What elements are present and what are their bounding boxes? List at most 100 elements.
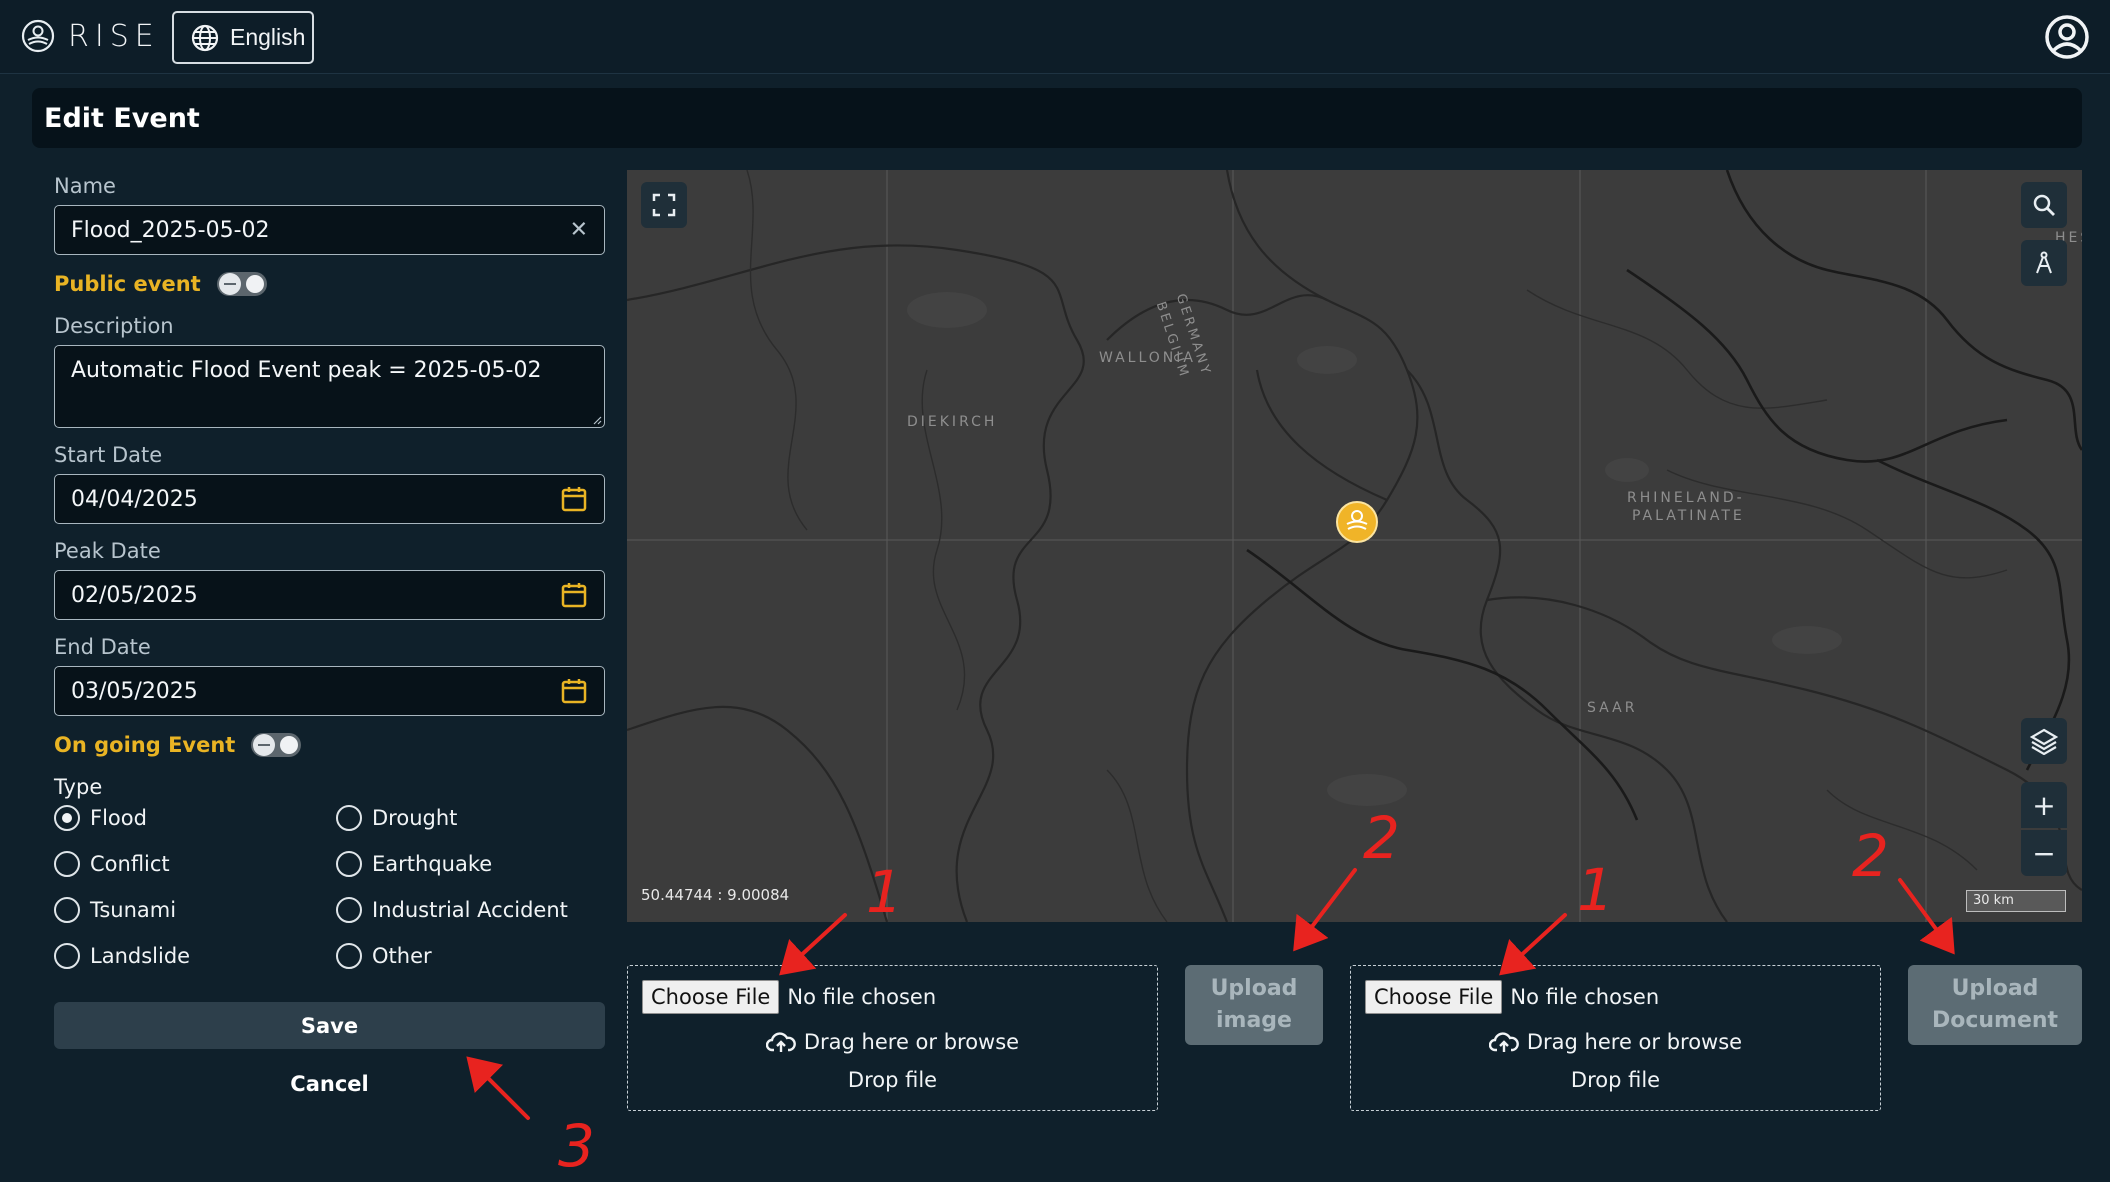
type-radio-tsunami[interactable]: Tsunami — [54, 897, 176, 923]
event-marker-icon[interactable] — [1333, 500, 1381, 548]
image-file-input[interactable]: Choose File No file chosen — [642, 980, 936, 1014]
cancel-button[interactable]: Cancel — [54, 1064, 605, 1104]
document-no-file-text: No file chosen — [1510, 985, 1660, 1009]
image-drop-file-text: Drop file — [847, 1068, 938, 1092]
map-view[interactable]: WALLONIA GERMANY BELGIUM DIEKIRCH RHINEL… — [627, 170, 2082, 922]
upload-image-line2: image — [1216, 1008, 1292, 1033]
type-radio-earthquake[interactable]: Earthquake — [336, 851, 492, 877]
document-drag-text: Drag here or browse — [1526, 1030, 1743, 1054]
start-date-label: Start Date — [54, 443, 163, 467]
toggle-knob — [218, 273, 241, 295]
name-value: Flood_2025-05-02 — [71, 217, 270, 243]
peak-date-value: 02/05/2025 — [71, 582, 198, 608]
radio-circle[interactable] — [336, 897, 362, 923]
document-choose-file-button[interactable]: Choose File — [1365, 980, 1503, 1014]
page-header: Edit Event — [32, 88, 2082, 148]
radio-circle[interactable] — [54, 851, 80, 877]
name-label: Name — [54, 174, 116, 198]
user-profile-button[interactable] — [2044, 14, 2090, 60]
calendar-icon[interactable] — [560, 485, 588, 513]
type-radio-landslide[interactable]: Landslide — [54, 943, 190, 969]
map-search-button[interactable] — [2021, 182, 2067, 228]
type-radio-flood[interactable]: Flood — [54, 805, 147, 831]
globe-icon — [191, 24, 219, 51]
radio-circle[interactable] — [54, 943, 80, 969]
radio-circle[interactable] — [336, 943, 362, 969]
fullscreen-icon — [652, 193, 676, 217]
type-radio-drought[interactable]: Drought — [336, 805, 457, 831]
image-choose-file-button[interactable]: Choose File — [642, 980, 780, 1014]
peak-date-input[interactable]: 02/05/2025 — [54, 570, 605, 620]
annotation-arrow — [779, 913, 847, 976]
layers-icon — [2030, 728, 2058, 755]
peak-date-label: Peak Date — [54, 539, 161, 563]
type-label-conflict: Conflict — [90, 852, 170, 876]
cloud-upload-icon — [765, 1032, 796, 1052]
ongoing-event-row: On going Event — [54, 733, 302, 757]
radio-circle[interactable] — [336, 805, 362, 831]
clear-icon[interactable]: ✕ — [570, 218, 588, 243]
image-drag-text: Drag here or browse — [803, 1030, 1020, 1054]
rise-logo[interactable]: RISE — [20, 18, 160, 54]
image-drag-row: Drag here or browse — [628, 1030, 1157, 1054]
calendar-icon[interactable] — [560, 677, 588, 705]
language-label: English — [230, 24, 306, 50]
cloud-upload-icon — [1488, 1032, 1519, 1052]
ongoing-event-toggle[interactable] — [251, 733, 302, 757]
rise-logo-icon — [21, 19, 55, 53]
radio-circle[interactable] — [336, 851, 362, 877]
upload-image-line1: Upload — [1210, 976, 1298, 1001]
search-icon — [2033, 194, 2055, 216]
document-drop-file-text: Drop file — [1570, 1068, 1661, 1092]
start-date-input[interactable]: 04/04/2025 — [54, 474, 605, 524]
type-label-earthquake: Earthquake — [372, 852, 493, 876]
type-label-drought: Drought — [372, 806, 458, 830]
type-radio-other[interactable]: Other — [336, 943, 432, 969]
logo-text: RISE — [68, 18, 160, 54]
annotation-arrow — [1499, 913, 1567, 976]
upload-document-button[interactable]: Upload Document — [1908, 965, 2082, 1045]
description-value: Automatic Flood Event peak = 2025-05-02 — [71, 358, 542, 383]
calendar-icon[interactable] — [560, 581, 588, 609]
type-label: Type — [54, 775, 103, 799]
document-dropzone[interactable]: Choose File No file chosen Drag here or … — [1350, 965, 1881, 1111]
start-date-value: 04/04/2025 — [71, 486, 198, 512]
document-drag-row: Drag here or browse — [1351, 1030, 1880, 1054]
map-label-saar: SAAR — [1587, 700, 1638, 716]
public-event-toggle[interactable] — [216, 272, 267, 296]
type-label-landslide: Landslide — [90, 944, 191, 968]
image-dropzone[interactable]: Choose File No file chosen Drag here or … — [627, 965, 1158, 1111]
type-label-other: Other — [372, 944, 432, 968]
radio-circle[interactable] — [54, 897, 80, 923]
public-event-label: Public event — [54, 272, 201, 296]
type-label-flood: Flood — [90, 806, 147, 830]
description-textarea[interactable]: Automatic Flood Event peak = 2025-05-02 — [54, 345, 605, 428]
type-radio-industrial-accident[interactable]: Industrial Accident — [336, 897, 568, 923]
annotation-step-3: 3 — [558, 1112, 595, 1180]
upload-image-button[interactable]: Upload image — [1185, 965, 1323, 1045]
toggle-track-end — [245, 275, 264, 293]
type-label-tsunami: Tsunami — [90, 898, 177, 922]
end-date-input[interactable]: 03/05/2025 — [54, 666, 605, 716]
map-coordinates: 50.44744 : 9.00084 — [641, 886, 790, 904]
end-date-value: 03/05/2025 — [71, 678, 198, 704]
layers-button[interactable] — [2021, 718, 2067, 764]
resize-handle-icon[interactable] — [592, 415, 602, 425]
name-input[interactable]: Flood_2025-05-02 ✕ — [54, 205, 605, 255]
radio-circle[interactable] — [54, 805, 80, 831]
document-file-input[interactable]: Choose File No file chosen — [1365, 980, 1659, 1014]
compass-icon — [2036, 251, 2052, 274]
save-button[interactable]: Save — [54, 1002, 605, 1049]
zoom-out-button[interactable]: − — [2021, 830, 2067, 876]
fullscreen-button[interactable] — [641, 182, 687, 228]
language-selector-button[interactable]: English — [172, 11, 314, 64]
ongoing-event-label: On going Event — [54, 733, 236, 757]
end-date-label: End Date — [54, 635, 151, 659]
upload-document-line2: Document — [1931, 1008, 2059, 1033]
zoom-in-button[interactable]: + — [2021, 782, 2067, 828]
image-no-file-text: No file chosen — [787, 985, 937, 1009]
toggle-knob — [253, 734, 276, 756]
compass-button[interactable] — [2021, 240, 2067, 286]
type-radio-conflict[interactable]: Conflict — [54, 851, 170, 877]
page-title: Edit Event — [44, 102, 200, 134]
